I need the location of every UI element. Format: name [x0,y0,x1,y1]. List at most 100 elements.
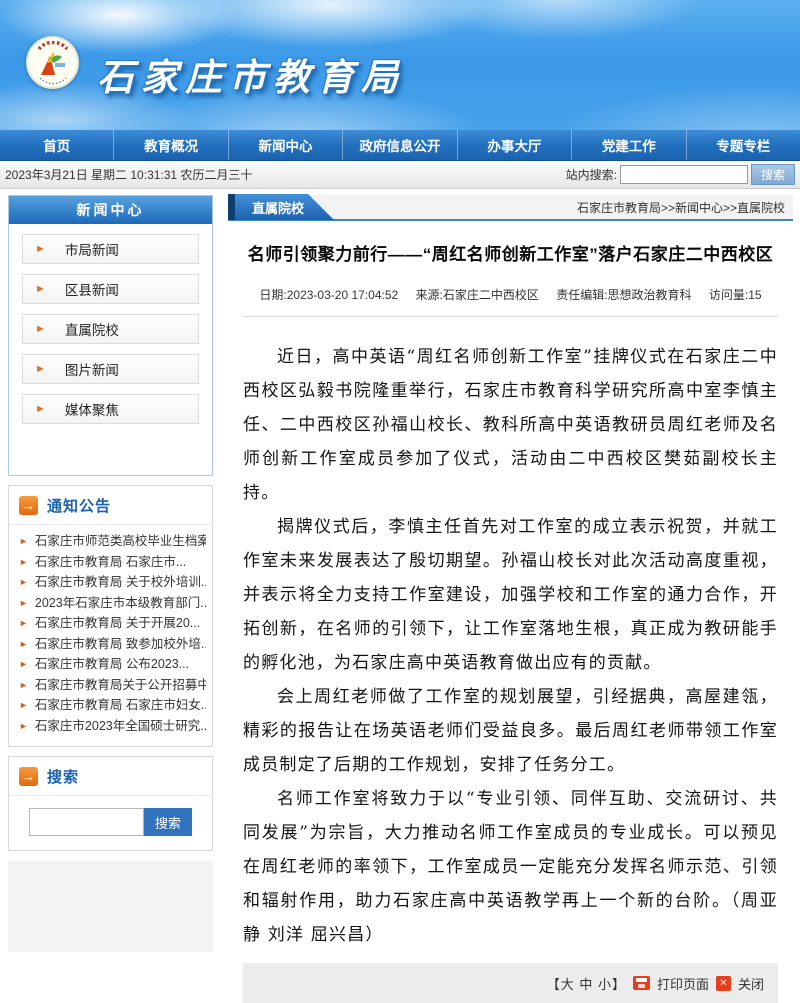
site-search-button[interactable]: 搜索 [751,164,795,185]
notice-item-label: 石家庄市2023年全国硕士研究... [35,716,206,737]
site-search-input[interactable] [620,165,748,184]
close-icon[interactable] [716,976,731,991]
triangle-bullet-icon [19,716,28,737]
notice-item-label: 石家庄市教育局 公布2023... [35,654,189,675]
notices-header: 通知公告 [9,486,212,525]
font-size-control[interactable]: 【大 中 小】 [547,974,626,993]
notice-item-label: 石家庄市师范类高校毕业生档案邮... [35,531,206,552]
sidebar-search-row: 搜索 [29,808,212,836]
triangle-bullet-icon [19,695,28,716]
main-nav: 首页 教育概况 新闻中心 政府信息公开 办事大厅 党建工作 专题专栏 [0,130,800,161]
close-button[interactable]: 关闭 [738,974,764,993]
notice-item-label: 石家庄市教育局 关于开展20... [35,613,200,634]
notice-item[interactable]: 石家庄市教育局 石家庄市妇女... [19,695,206,716]
nav-item-special-topics[interactable]: 专题专栏 [687,130,800,160]
notice-item-label: 石家庄市教育局关于公开招募中小... [35,675,206,696]
triangle-bullet-icon [19,654,28,675]
print-page-button[interactable]: 打印页面 [657,974,709,993]
notices-panel: 通知公告 石家庄市师范类高校毕业生档案邮... 石家庄市教育局 石家庄市... … [8,485,213,747]
sidebar-search-input[interactable] [29,808,144,836]
main-panel: 直属院校 石家庄市教育局>>新闻中心>>直属院校 名师引领聚力前行——“周红名师… [228,195,793,952]
arrow-right-icon [35,243,46,255]
orange-arrow-icon [19,496,38,515]
sidebar-item-label: 媒体聚焦 [65,399,119,419]
site-search-label: 站内搜索: [566,166,617,183]
triangle-bullet-icon [19,634,28,655]
news-center-panel: 新闻中心 市局新闻 区县新闻 直属院校 图片新闻 媒体聚焦 [8,195,213,476]
site-header: 石家庄市教育局 [0,0,800,130]
article-date: 日期:2023-03-20 17:04:52 [259,288,398,302]
site-logo-icon[interactable] [26,36,79,89]
article: 名师引领聚力前行——“周红名师创新工作室”落户石家庄二中西校区 日期:2023-… [228,221,793,1003]
nav-item-news-center[interactable]: 新闻中心 [229,130,343,160]
site-title: 石家庄市教育局 [97,47,405,101]
news-center-title: 新闻中心 [9,196,212,224]
notice-item-label: 2023年石家庄市本级教育部门... [35,593,206,614]
print-icon[interactable] [633,976,650,990]
arrow-right-icon [35,323,46,335]
sidebar-item-city-news[interactable]: 市局新闻 [22,234,199,264]
tab-affiliated-schools[interactable]: 直属院校 [228,194,334,220]
sidebar-search-button[interactable]: 搜索 [144,808,192,836]
article-meta: 日期:2023-03-20 17:04:52 来源:石家庄二中西校区 责任编辑:… [243,286,778,317]
notice-item[interactable]: 石家庄市师范类高校毕业生档案邮... [19,531,206,552]
logo-emblem-icon [31,41,75,85]
article-source: 来源:石家庄二中西校区 [416,288,539,302]
article-paragraph: 会上周红老师做了工作室的规划展望，引经据典，高屋建瓴，精彩的报告让在场英语老师们… [243,680,778,782]
sidebar-item-media-focus[interactable]: 媒体聚焦 [22,394,199,424]
sidebar-item-label: 图片新闻 [65,359,119,379]
sidebar-search-title: 搜索 [47,766,79,787]
notice-item-label: 石家庄市教育局 致参加校外培... [35,634,206,655]
triangle-bullet-icon [19,531,28,552]
notice-item[interactable]: 2023年石家庄市本级教育部门... [19,593,206,614]
breadcrumb[interactable]: 石家庄市教育局>>新闻中心>>直属院校 [577,199,793,216]
sidebar: 新闻中心 市局新闻 区县新闻 直属院校 图片新闻 媒体聚焦 [8,195,213,952]
sidebar-item-photo-news[interactable]: 图片新闻 [22,354,199,384]
sidebar-item-label: 区县新闻 [65,279,119,299]
triangle-bullet-icon [19,613,28,634]
article-visits: 访问量:15 [709,288,762,302]
notice-item[interactable]: 石家庄市教育局关于公开招募中小... [19,675,206,696]
triangle-bullet-icon [19,675,28,696]
sidebar-item-label: 市局新闻 [65,239,119,259]
notice-item-label: 石家庄市教育局 石家庄市... [35,552,186,573]
sidebar-filler [8,861,213,952]
datetime-text: 2023年3月21日 星期二 10:31:31 农历二月三十 [5,166,252,183]
notice-item[interactable]: 石家庄市2023年全国硕士研究... [19,716,206,737]
notice-item[interactable]: 石家庄市教育局 关于校外培训... [19,572,206,593]
content-area: 新闻中心 市局新闻 区县新闻 直属院校 图片新闻 媒体聚焦 [0,189,800,952]
notice-item-label: 石家庄市教育局 关于校外培训... [35,572,206,593]
article-title: 名师引领聚力前行——“周红名师创新工作室”落户石家庄二中西校区 [243,240,778,265]
sidebar-item-label: 直属院校 [65,319,119,339]
triangle-bullet-icon [19,572,28,593]
nav-item-party-work[interactable]: 党建工作 [572,130,686,160]
arrow-right-icon [35,403,46,415]
sidebar-item-county-news[interactable]: 区县新闻 [22,274,199,304]
notices-title: 通知公告 [47,495,111,516]
article-editor: 责任编辑:思想政治教育科 [556,288,691,302]
notices-list: 石家庄市师范类高校毕业生档案邮... 石家庄市教育局 石家庄市... 石家庄市教… [9,525,212,746]
triangle-bullet-icon [19,593,28,614]
notice-item[interactable]: 石家庄市教育局 公布2023... [19,654,206,675]
arrow-right-icon [35,283,46,295]
notice-item[interactable]: 石家庄市教育局 致参加校外培... [19,634,206,655]
notice-item[interactable]: 石家庄市教育局 关于开展20... [19,613,206,634]
sidebar-search-header: 搜索 [9,757,212,796]
orange-arrow-icon [19,767,38,786]
notice-item-label: 石家庄市教育局 石家庄市妇女... [35,695,206,716]
article-actions-bar: 【大 中 小】 打印页面 关闭 [243,963,778,1003]
triangle-bullet-icon [19,552,28,573]
article-paragraph: 名师工作室将致力于以“专业引领、同伴互助、交流研讨、共同发展”为宗旨，大力推动名… [243,782,778,952]
arrow-right-icon [35,363,46,375]
breadcrumb-bar: 直属院校 石家庄市教育局>>新闻中心>>直属院校 [228,195,793,221]
article-paragraph: 揭牌仪式后，李慎主任首先对工作室的成立表示祝贺，并就工作室未来发展表达了殷切期望… [243,510,778,680]
nav-item-home[interactable]: 首页 [0,130,114,160]
nav-item-gov-info[interactable]: 政府信息公开 [343,130,457,160]
nav-item-service-hall[interactable]: 办事大厅 [458,130,572,160]
notice-item[interactable]: 石家庄市教育局 石家庄市... [19,552,206,573]
nav-item-overview[interactable]: 教育概况 [114,130,228,160]
article-paragraph: 近日，高中英语“周红名师创新工作室”挂牌仪式在石家庄二中西校区弘毅书院隆重举行，… [243,340,778,510]
article-body: 近日，高中英语“周红名师创新工作室”挂牌仪式在石家庄二中西校区弘毅书院隆重举行，… [243,340,778,952]
sidebar-search-panel: 搜索 搜索 [8,756,213,851]
sidebar-item-affiliated-schools[interactable]: 直属院校 [22,314,199,344]
